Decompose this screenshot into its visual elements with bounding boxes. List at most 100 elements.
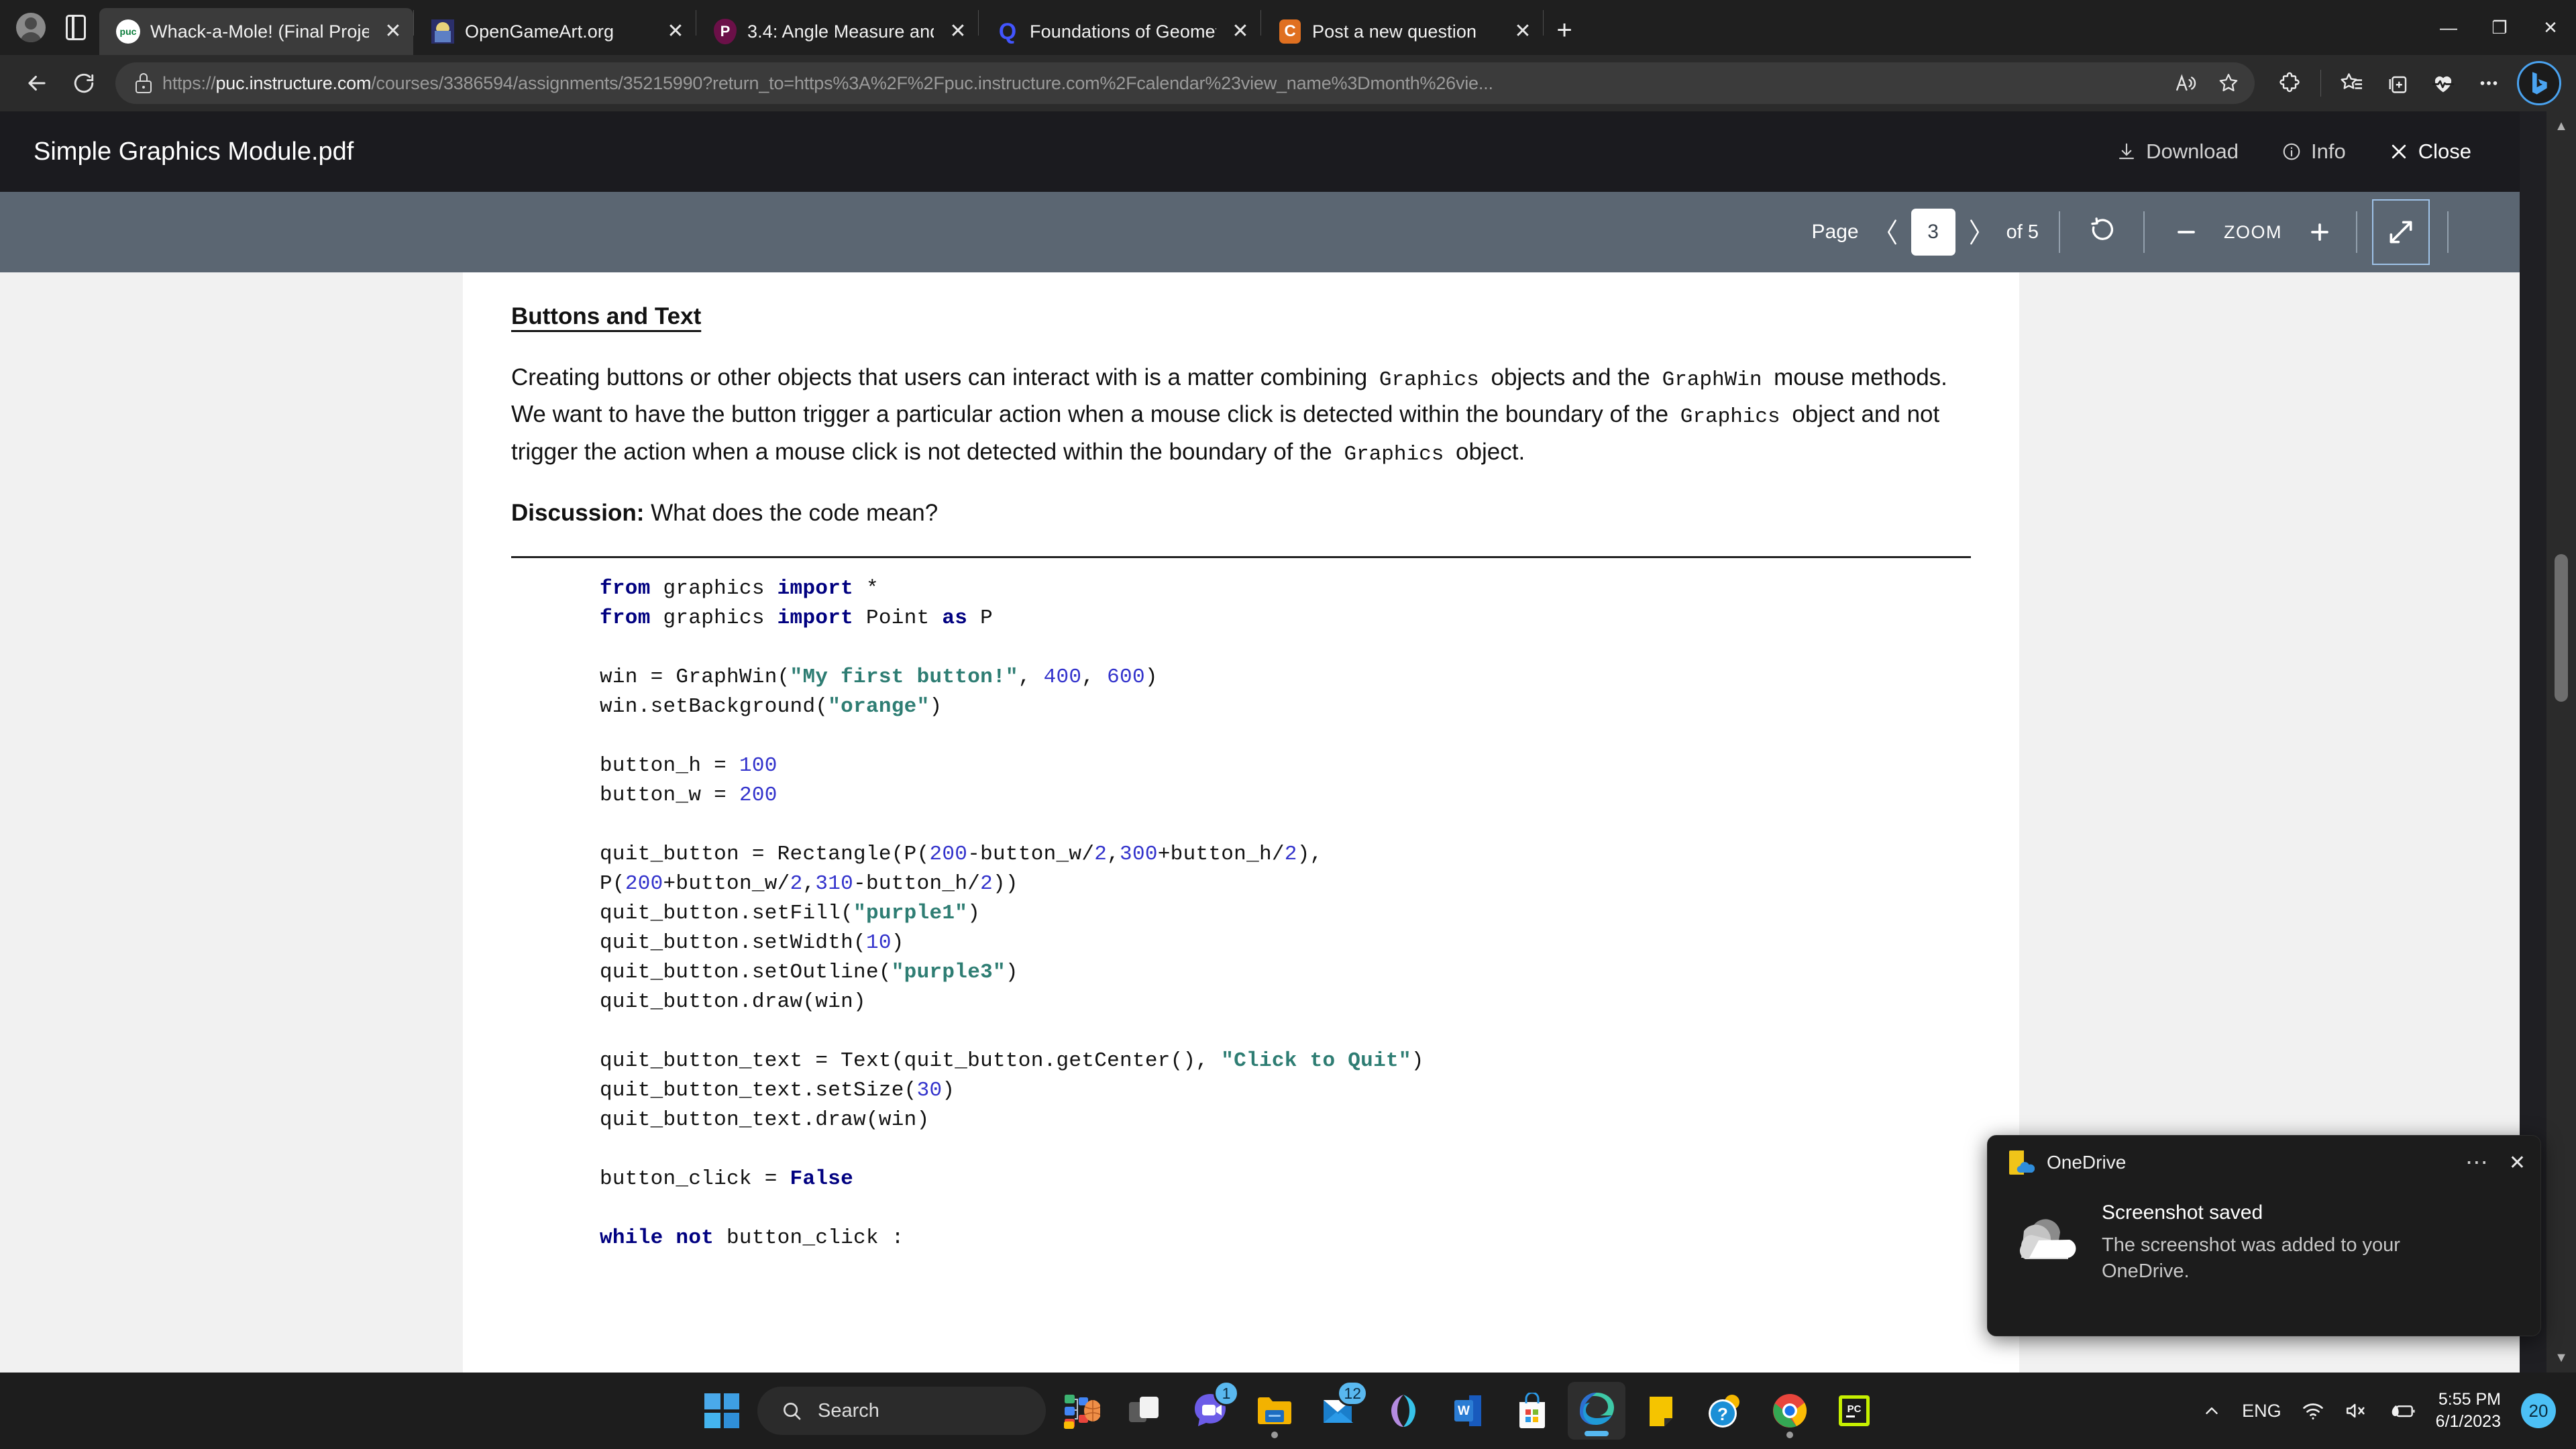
page-scrollbar[interactable]: ▲ ▼ — [2546, 111, 2576, 1373]
page-number-input[interactable]: 3 — [1911, 209, 1955, 256]
code-token: 600 — [1107, 665, 1145, 689]
microsoft-store-icon[interactable] — [1503, 1382, 1561, 1440]
code-token: quit_button.setWidth( — [600, 930, 866, 955]
browser-tab[interactable]: puc Whack-a-Mole! (Final Project) ✕ — [99, 8, 413, 55]
toast-text: Screenshot saved The screenshot was adde… — [2102, 1195, 2464, 1285]
page-scroll-up-icon[interactable]: ▲ — [2546, 111, 2576, 141]
task-view-icon[interactable] — [1117, 1382, 1175, 1440]
page-scroll-thumb[interactable] — [2555, 554, 2568, 702]
code-token: graphics — [663, 576, 777, 600]
code-token: False — [790, 1167, 854, 1191]
info-button[interactable]: Info — [2282, 140, 2346, 164]
browser-tab[interactable]: Q Foundations of Geometry - 9780 ✕ — [979, 8, 1260, 55]
browser-tab[interactable]: OpenGameArt.org ✕ — [414, 8, 696, 55]
tab-title: Foundations of Geometry - 9780 — [1030, 21, 1216, 42]
code-token: "Click to Quit" — [1221, 1049, 1411, 1073]
code-token: button_h = — [600, 753, 739, 777]
toast-heading: Screenshot saved — [2102, 1201, 2263, 1224]
read-aloud-icon[interactable] — [2166, 64, 2205, 103]
tab-close-button[interactable]: ✕ — [1508, 17, 1538, 46]
inline-code: Graphics — [1379, 368, 1479, 392]
rotate-icon[interactable] — [2080, 211, 2123, 254]
bing-copilot-icon[interactable] — [2517, 61, 2561, 105]
volume-muted-icon[interactable] — [2345, 1401, 2369, 1421]
pdf-filename: Simple Graphics Module.pdf — [34, 137, 354, 166]
code-token: -button_w/ — [967, 842, 1095, 866]
code-token: 2 — [980, 871, 994, 896]
start-button[interactable] — [693, 1382, 751, 1440]
inline-code: Graphics — [1680, 405, 1780, 429]
taskbar: Search 1 12 W ? PC ENG 5:55 PM 6/1/2023 … — [0, 1373, 2576, 1449]
widgets-icon[interactable] — [1053, 1382, 1110, 1440]
zoom-in-button[interactable] — [2298, 211, 2341, 254]
vertical-tabs-icon[interactable] — [56, 7, 95, 48]
refresh-icon[interactable] — [62, 61, 106, 105]
next-page-button[interactable] — [1955, 211, 1993, 254]
tab-close-button[interactable]: ✕ — [378, 17, 408, 46]
close-preview-button[interactable]: Close — [2389, 140, 2471, 164]
onedrive-notification-toast: OneDrive ⋯ ✕ Screenshot saved The screen… — [1987, 1135, 2541, 1336]
language-indicator[interactable]: ENG — [2242, 1401, 2282, 1421]
inline-code: Graphics — [1344, 442, 1444, 466]
pycharm-icon[interactable]: PC — [1825, 1382, 1883, 1440]
address-bar-actions — [2166, 64, 2248, 103]
file-explorer-icon[interactable] — [1246, 1382, 1303, 1440]
browser-essentials-icon[interactable] — [2422, 62, 2465, 105]
settings-and-more-icon[interactable] — [2467, 62, 2510, 105]
download-button[interactable]: Download — [2116, 140, 2239, 164]
opengameart-icon — [430, 19, 455, 44]
search-input[interactable]: Search — [757, 1387, 1046, 1435]
help-icon[interactable]: ? — [1697, 1382, 1754, 1440]
pearson-icon: P — [712, 19, 738, 44]
notification-badge[interactable]: 20 — [2521, 1393, 2556, 1428]
zoom-out-button[interactable] — [2165, 211, 2208, 254]
discussion-text: What does the code mean? — [644, 500, 938, 527]
back-icon[interactable] — [15, 61, 59, 105]
code-token: graphics — [663, 606, 777, 630]
quizlet-icon: Q — [998, 19, 1017, 44]
close-label: Close — [2418, 140, 2471, 163]
clock[interactable]: 5:55 PM 6/1/2023 — [2436, 1389, 2501, 1433]
tab-close-button[interactable]: ✕ — [661, 17, 690, 46]
collections-icon[interactable] — [2376, 62, 2419, 105]
fit-page-button[interactable] — [2372, 199, 2430, 265]
code-token: "purple1" — [853, 901, 968, 925]
extensions-icon[interactable] — [2268, 62, 2311, 105]
code-token: button_w = — [600, 783, 739, 807]
wifi-icon[interactable] — [2302, 1401, 2324, 1421]
edge-icon[interactable] — [1568, 1382, 1625, 1440]
toolbar-divider — [2320, 70, 2321, 97]
maximize-button[interactable]: ❐ — [2474, 0, 2525, 55]
favorites-icon[interactable] — [2330, 62, 2373, 105]
tab-close-button[interactable]: ✕ — [943, 17, 973, 46]
browser-toolbar: https://puc.instructure.com/courses/3386… — [0, 55, 2576, 111]
toast-more-icon[interactable]: ⋯ — [2465, 1151, 2490, 1174]
search-placeholder: Search — [818, 1399, 879, 1421]
tray-overflow-icon[interactable] — [2202, 1401, 2222, 1421]
mail-badge: 12 — [1337, 1381, 1368, 1406]
chrome-icon[interactable] — [1761, 1382, 1819, 1440]
browser-tab[interactable]: P 3.4: Angle Measure and the Protr ✕ — [696, 8, 978, 55]
microsoft-365-icon[interactable] — [1375, 1382, 1432, 1440]
profile-button[interactable] — [9, 6, 52, 49]
word-icon[interactable]: W — [1439, 1382, 1497, 1440]
discussion-label: Discussion: — [511, 500, 645, 527]
teams-icon[interactable]: 1 — [1181, 1381, 1239, 1440]
add-favorite-icon[interactable] — [2209, 64, 2248, 103]
code-token: ) — [1411, 1049, 1424, 1073]
close-window-button[interactable]: ✕ — [2525, 0, 2576, 55]
browser-tab[interactable]: C Post a new question ✕ — [1261, 8, 1543, 55]
new-tab-button[interactable]: + — [1544, 9, 1585, 51]
svg-text:?: ? — [1717, 1404, 1728, 1424]
minimize-button[interactable]: — — [2423, 0, 2474, 55]
address-bar[interactable]: https://puc.instructure.com/courses/3386… — [115, 62, 2255, 104]
toast-close-icon[interactable]: ✕ — [2509, 1151, 2526, 1175]
avatar — [16, 13, 46, 42]
tab-close-button[interactable]: ✕ — [1226, 17, 1255, 46]
sticky-notes-icon[interactable] — [1632, 1382, 1690, 1440]
mail-icon[interactable]: 12 — [1310, 1381, 1368, 1440]
toast-message: The screenshot was added to your OneDriv… — [2102, 1234, 2400, 1282]
page-scroll-down-icon[interactable]: ▼ — [2546, 1343, 2576, 1373]
previous-page-button[interactable] — [1874, 211, 1911, 254]
battery-saver-icon[interactable] — [2389, 1401, 2416, 1420]
